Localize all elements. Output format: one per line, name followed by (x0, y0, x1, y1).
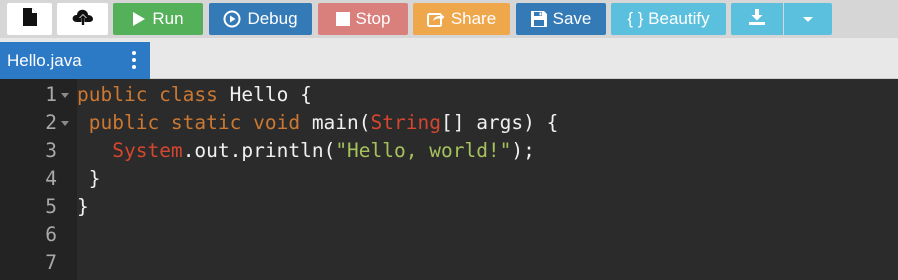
debug-circle-play-icon (223, 10, 241, 28)
stop-label: Stop (355, 9, 391, 28)
upload-button[interactable] (57, 3, 108, 35)
debug-label: Debug (247, 9, 298, 28)
file-icon (22, 7, 37, 31)
toolbar: Run Debug Stop Share Save {} Beautify (0, 0, 898, 38)
download-options-dropdown[interactable] (784, 3, 832, 35)
stop-square-icon (335, 12, 350, 26)
code-token: [] args) { (440, 111, 559, 134)
code-token: "Hello, world!" (335, 139, 512, 162)
cloud-upload-icon (72, 8, 94, 31)
code-line[interactable]: public static void main(String[] args) { (77, 109, 559, 137)
code-editor[interactable]: 1 2 3 4 5 6 7 public class Hello { public stat… (0, 79, 898, 280)
line-number: 6 (45, 223, 57, 246)
line-number: 7 (45, 251, 57, 274)
fold-arrow-icon[interactable] (61, 121, 69, 126)
code-line[interactable]: } (77, 165, 101, 193)
share-icon (426, 11, 445, 27)
download-button[interactable] (731, 3, 783, 35)
caret-down-icon (803, 16, 813, 22)
fold-arrow-icon[interactable] (61, 93, 69, 98)
code-token: System (112, 139, 183, 162)
code-token: public static void (88, 111, 312, 134)
debug-button[interactable]: Debug (209, 3, 312, 35)
stop-button[interactable]: Stop (318, 3, 408, 35)
beautify-label: { } Beautify (627, 9, 710, 28)
code-token: } (77, 167, 101, 190)
share-label: Share (450, 9, 497, 28)
play-icon (132, 11, 146, 27)
line-number-gutter: 1 2 3 4 5 6 7 (0, 79, 77, 280)
code-token: ); (511, 139, 535, 162)
download-icon (749, 8, 765, 30)
kebab-menu-icon[interactable] (132, 51, 136, 69)
run-button[interactable]: Run (113, 3, 203, 35)
file-tab-bar: Hello.java (0, 38, 898, 79)
save-label: Save (552, 9, 592, 28)
code-line[interactable]: } (77, 193, 89, 221)
code-token: public class (77, 83, 230, 106)
tab-filename: Hello.java (7, 50, 82, 70)
code-token: .out.println( (182, 139, 336, 162)
code-token: String (370, 111, 441, 134)
line-number: 1 (45, 83, 57, 106)
code-token: } (77, 195, 89, 218)
line-number: 4 (45, 167, 57, 190)
code-area[interactable]: public class Hello { public static void … (77, 79, 898, 280)
line-number: 3 (45, 139, 57, 162)
code-line[interactable]: public class Hello { (77, 81, 312, 109)
save-button[interactable]: Save (516, 3, 606, 35)
line-number: 5 (45, 195, 57, 218)
code-line[interactable]: System.out.println("Hello, world!"); (77, 137, 535, 165)
tab-hello-java[interactable]: Hello.java (0, 42, 150, 79)
run-label: Run (152, 9, 184, 28)
floppy-disk-icon (530, 11, 547, 27)
new-file-button[interactable] (7, 3, 52, 35)
beautify-button[interactable]: { } Beautify (611, 3, 726, 35)
share-button[interactable]: Share (413, 3, 510, 35)
code-token: Hello { (229, 83, 312, 106)
code-token: main( (311, 111, 371, 134)
line-number: 2 (45, 111, 57, 134)
